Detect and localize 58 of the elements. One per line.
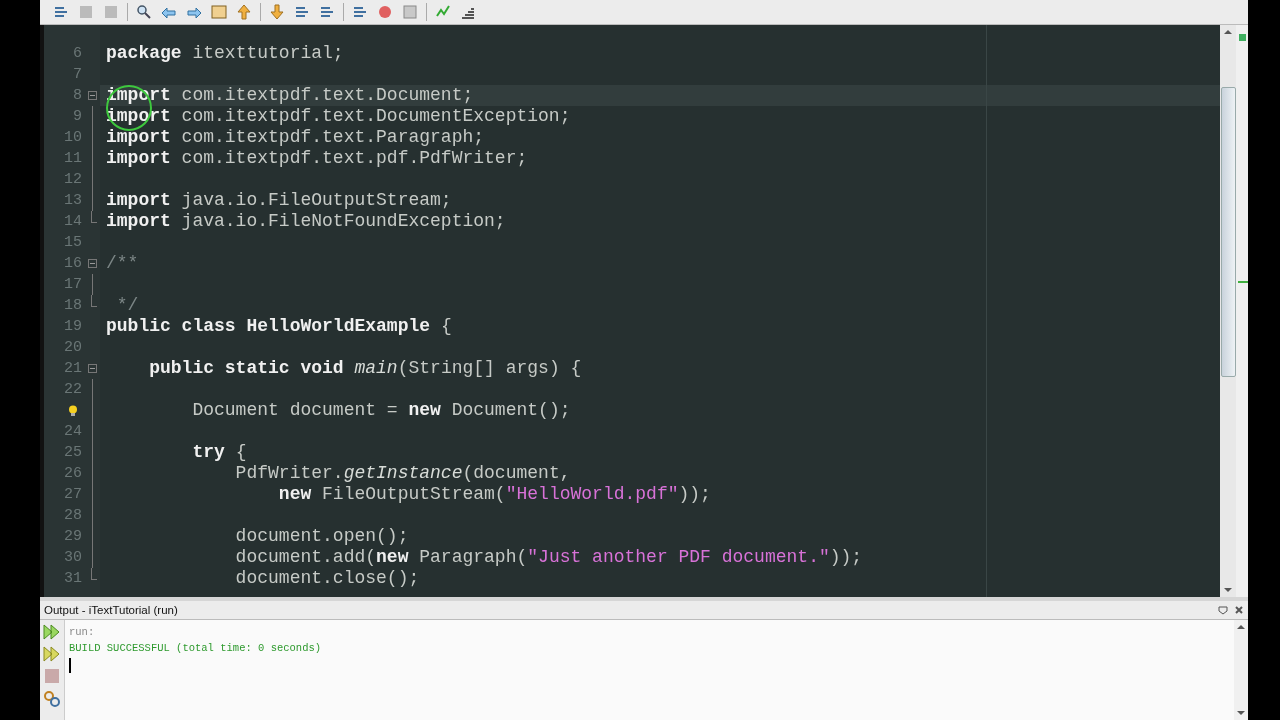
code-line: public static void main(String[] args) { xyxy=(148,358,582,378)
code-line: new FileOutputStream("HelloWorld.pdf")); xyxy=(277,484,711,504)
code-line: Document document = new Document(); xyxy=(191,400,571,420)
line-number: 9 xyxy=(73,108,82,125)
line-number: 27 xyxy=(64,486,82,503)
line-number: 8 xyxy=(73,87,82,104)
run-icon[interactable] xyxy=(43,646,61,662)
line-number: 12 xyxy=(64,171,82,188)
line-number: 26 xyxy=(64,465,82,482)
line-number: 11 xyxy=(64,150,82,167)
code-line: document.add(new Paragraph("Just another PDF document.")); xyxy=(234,547,863,567)
line-number: 29 xyxy=(64,528,82,545)
close-icon[interactable] xyxy=(1234,605,1244,615)
line-number: 10 xyxy=(64,129,82,146)
fold-icon[interactable] xyxy=(87,364,97,373)
code-line: public class HelloWorldExample { xyxy=(106,316,452,336)
output-line: BUILD SUCCESSFUL (total time: 0 seconds) xyxy=(69,641,323,656)
line-number: 13 xyxy=(64,192,82,209)
code-line: import com.itextpdf.text.pdf.PdfWriter; xyxy=(106,148,528,168)
code-line: PdfWriter.getInstance(document, xyxy=(234,463,571,483)
line-number: 17 xyxy=(64,276,82,293)
minimize-icon[interactable] xyxy=(1218,605,1228,615)
scrollbar[interactable] xyxy=(1220,25,1236,597)
code-line: try { xyxy=(191,442,247,462)
line-number: 18 xyxy=(64,297,82,314)
line-number: 16 xyxy=(64,255,82,272)
line-number: 19 xyxy=(64,318,82,335)
line-number: 31 xyxy=(64,570,82,587)
line-number: 14 xyxy=(64,213,82,230)
line-number: 30 xyxy=(64,549,82,566)
text-cursor xyxy=(69,658,71,673)
line-number: 24 xyxy=(64,423,82,440)
code-line: import java.io.FileOutputStream; xyxy=(106,190,452,210)
fold-icon[interactable] xyxy=(87,259,97,268)
status-marker-icon xyxy=(1239,34,1246,41)
scrollbar[interactable] xyxy=(1234,620,1248,720)
lightbulb-icon[interactable] xyxy=(68,404,78,417)
line-number: 25 xyxy=(64,444,82,461)
code-line: import com.itextpdf.text.Paragraph; xyxy=(106,127,485,147)
panel-title[interactable]: Output - iTextTutorial (run) xyxy=(44,604,178,616)
code-line: /** xyxy=(106,253,139,273)
code-line: import java.io.FileNotFoundException; xyxy=(106,211,506,231)
error-stripe-mark xyxy=(1238,281,1248,283)
line-number: 15 xyxy=(64,234,82,251)
line-number: 28 xyxy=(64,507,82,524)
output-line: run: xyxy=(69,625,96,640)
code-line: */ xyxy=(115,295,139,315)
line-number: 6 xyxy=(73,45,82,62)
rerun-icon[interactable] xyxy=(43,624,61,640)
line-number: 20 xyxy=(64,339,82,356)
settings-icon[interactable] xyxy=(43,690,61,708)
line-number: 22 xyxy=(64,381,82,398)
code-line: document.open(); xyxy=(234,526,409,546)
code-line: document.close(); xyxy=(234,568,420,588)
fold-icon[interactable] xyxy=(87,91,97,100)
code-line: package itexttutorial; xyxy=(106,43,344,63)
line-number: 21 xyxy=(64,360,82,377)
line-number: 7 xyxy=(73,66,82,83)
